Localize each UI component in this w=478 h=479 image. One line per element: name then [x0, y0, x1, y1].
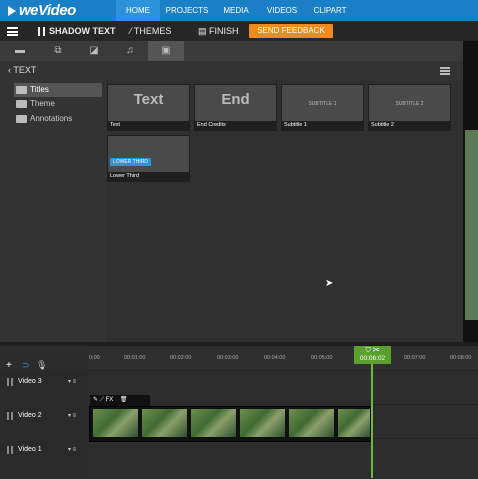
filmstrip-icon: ▤ — [198, 26, 210, 36]
template-tile-subtitle-1[interactable]: SUBTITLE 1 Subtitle 1 — [281, 84, 364, 131]
folder-icon — [16, 86, 27, 94]
drag-handle-icon[interactable] — [7, 446, 13, 454]
preview-frame-image — [465, 130, 478, 320]
track-labels-column — [0, 370, 88, 478]
tick-label: 00:05:00 — [311, 355, 333, 361]
hamburger-menu-icon[interactable] — [7, 27, 18, 36]
clip-thumbnail — [140, 409, 187, 437]
playhead-marker[interactable]: ⛉ ✂ 00:06:02 — [354, 346, 391, 364]
category-annotations[interactable]: Annotations — [14, 112, 102, 126]
wevideo-logo[interactable]: weVideo — [8, 2, 76, 19]
tick-label: 00:01:00 — [124, 355, 146, 361]
tick-label: 00:07:00 — [404, 355, 426, 361]
list-menu-icon[interactable] — [440, 67, 450, 75]
clip-thumbnail — [336, 409, 370, 437]
category-theme[interactable]: Theme — [14, 97, 102, 111]
drag-handle-icon[interactable] — [7, 378, 13, 386]
template-tile-subtitle-2[interactable]: SUBTITLE 2 Subtitle 2 — [368, 84, 451, 131]
transitions-tab-icon[interactable]: ⧉ — [40, 41, 76, 61]
playhead-line[interactable] — [371, 364, 373, 478]
playhead-icons: ⛉ ✂ — [365, 347, 380, 354]
tick-label: 0:00 — [89, 355, 100, 361]
clip-toolbar: ✎ ⟋ FX 🗑 — [90, 395, 150, 406]
tick-label: 00:08:00 — [450, 355, 472, 361]
folder-icon — [16, 100, 27, 108]
track-menu-icon[interactable]: ▾ ≡ — [68, 378, 76, 385]
finish-button[interactable]: ▤ FINISH — [198, 21, 239, 41]
track-name: Video 3 — [18, 378, 42, 385]
pencil-icon[interactable]: ✎ — [93, 397, 98, 403]
track-name: Video 2 — [18, 412, 42, 419]
color-tab-icon[interactable]: ◪ — [76, 41, 112, 61]
text-tab-icon[interactable]: ▣ — [148, 41, 184, 61]
category-titles[interactable]: Titles — [14, 83, 102, 97]
track-menu-icon[interactable]: ▾ ≡ — [68, 446, 76, 453]
tick-label: 00:03:00 — [217, 355, 239, 361]
nav-tab-projects[interactable]: PROJECTS — [162, 0, 212, 21]
fx-button[interactable]: FX — [106, 397, 114, 403]
nav-tab-media[interactable]: MEDIA — [216, 0, 256, 21]
music-tab-icon[interactable]: ♫ — [112, 41, 148, 61]
template-tile-text[interactable]: Text Text — [107, 84, 190, 131]
template-tile-lower-third[interactable]: LOWER THIRD Lower Third — [107, 135, 190, 182]
drag-handle-icon[interactable] — [7, 412, 13, 420]
template-tile-end-credits[interactable]: End End Credits — [194, 84, 277, 131]
track-menu-icon[interactable]: ▾ ≡ — [68, 412, 76, 419]
nav-tab-clipart[interactable]: CLIPART — [308, 0, 352, 21]
tick-label: 00:02:00 — [170, 355, 192, 361]
track-video-1[interactable] — [88, 438, 478, 479]
clip-thumbnail — [189, 409, 236, 437]
mouse-cursor-icon: ➤ — [325, 278, 334, 289]
trash-icon[interactable]: 🗑 — [120, 397, 128, 403]
nav-tab-home[interactable]: HOME — [116, 0, 160, 21]
tick-label: 00:04:00 — [264, 355, 286, 361]
send-feedback-button[interactable]: SEND FEEDBACK — [249, 24, 333, 38]
clip-thumbnail — [238, 409, 285, 437]
clip-thumbnail — [287, 409, 334, 437]
panel-header — [0, 61, 463, 80]
clip-thumbnail — [91, 409, 138, 437]
themes-button[interactable]: ⁄ THEMES — [130, 21, 171, 41]
video-tab-icon[interactable]: ▬ — [2, 41, 38, 61]
line-icon[interactable]: ⟋ — [100, 397, 104, 403]
nav-tab-videos[interactable]: VIDEOS — [260, 0, 304, 21]
project-title[interactable]: SHADOW TEXT — [38, 21, 116, 41]
folder-icon — [16, 115, 27, 123]
film-icon — [38, 27, 45, 37]
playhead-time: 00:06:02 — [359, 355, 386, 362]
track-name: Video 1 — [18, 446, 42, 453]
logo-mark-icon — [8, 6, 16, 17]
back-to-text-button[interactable]: ‹ TEXT — [8, 65, 36, 75]
